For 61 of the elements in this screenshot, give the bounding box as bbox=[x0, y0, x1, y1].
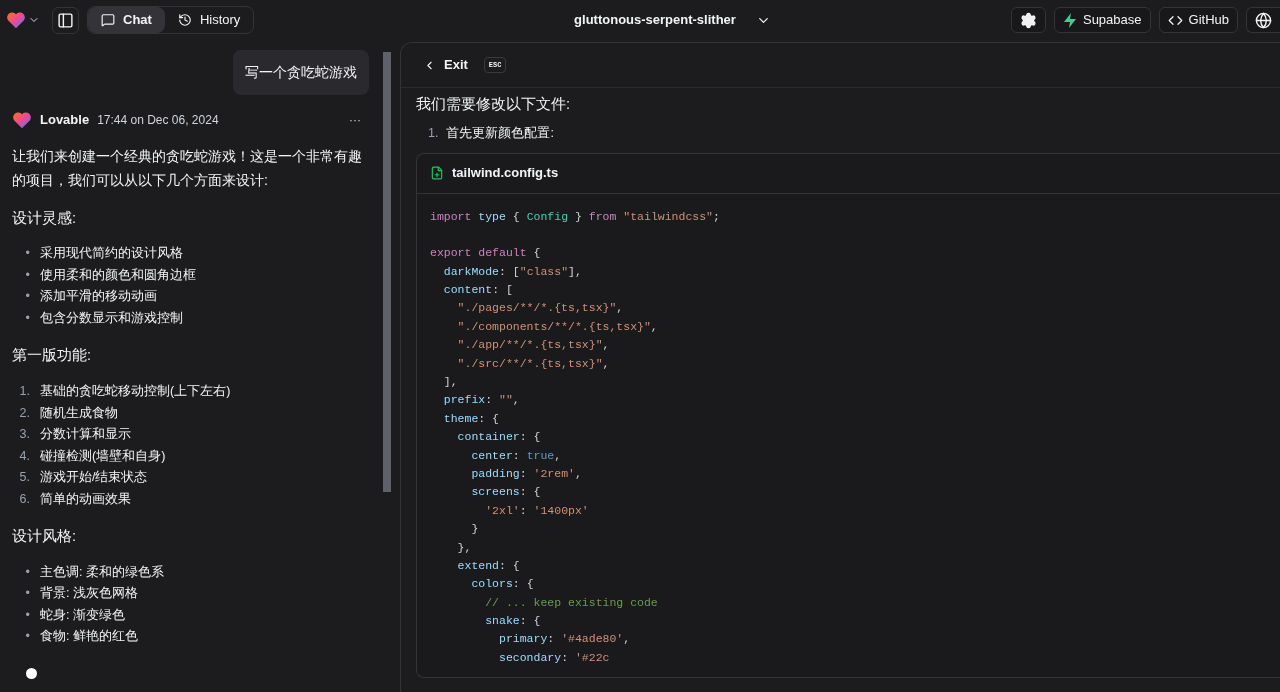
list-number: 1. bbox=[428, 124, 439, 142]
section-heading: 第一版功能: bbox=[12, 346, 93, 366]
section-heading: 设计灵感: bbox=[12, 208, 78, 228]
list-item: 使用柔和的颜色和圆角边框 bbox=[40, 266, 196, 284]
list-item: 简单的动画效果 bbox=[40, 490, 131, 508]
list-marker: • bbox=[24, 245, 31, 263]
author-name: Lovable bbox=[40, 111, 90, 129]
user-message: 写一个贪吃蛇游戏 bbox=[233, 50, 369, 95]
list-item: 蛇身: 渐变绿色 bbox=[40, 606, 125, 624]
code-text: import type { Config } from "tailwindcss"; bbox=[430, 208, 721, 225]
list-marker: 5. bbox=[18, 469, 31, 486]
sidebar-toggle-button[interactable] bbox=[52, 6, 79, 34]
sidebar-icon bbox=[57, 11, 74, 29]
globe-icon bbox=[1255, 11, 1272, 29]
tab[interactable]: Chat bbox=[88, 7, 165, 33]
list-marker: • bbox=[24, 288, 31, 306]
project-title: gluttonous-serpent-slither bbox=[574, 11, 736, 30]
heart-logo-icon bbox=[6, 11, 26, 29]
message-time: 17:44 on Dec 06, 2024 bbox=[97, 111, 219, 129]
github-button[interactable]: GitHub bbox=[1158, 7, 1238, 33]
list-marker: • bbox=[24, 628, 31, 646]
list-marker: 3. bbox=[18, 426, 31, 443]
history-icon bbox=[177, 13, 192, 27]
list-item: 游戏开始/结束状态 bbox=[40, 469, 148, 486]
list-marker: 4. bbox=[18, 447, 31, 465]
list-marker: • bbox=[24, 309, 31, 327]
settings-button[interactable] bbox=[1010, 7, 1046, 33]
tab[interactable]: History bbox=[164, 7, 254, 33]
list-item: 包含分数显示和游戏控制 bbox=[40, 309, 183, 327]
list-marker: 2. bbox=[18, 404, 31, 422]
lightning-icon bbox=[1062, 12, 1077, 28]
reply-intro: 让我们来创建一个经典的贪吃蛇游戏！这是一个非常有趣的项目，我们可以从以下几个方面来设计: bbox=[12, 146, 363, 190]
list-marker: • bbox=[24, 563, 31, 581]
list-item: 碰撞检测(墙壁和自身) bbox=[40, 447, 166, 465]
settings-icon bbox=[1019, 11, 1037, 29]
list-marker: • bbox=[24, 266, 31, 284]
list-marker: • bbox=[24, 585, 31, 603]
logo-menu-button[interactable] bbox=[6, 11, 40, 29]
code-heading: 我们需要修改以下文件: bbox=[416, 95, 572, 114]
chat-icon bbox=[101, 13, 115, 27]
file-name: tailwind.config.ts bbox=[452, 164, 559, 183]
list-marker: • bbox=[24, 606, 31, 624]
exit-button[interactable]: Exit bbox=[423, 55, 468, 75]
list-item: 食物: 鲜艳的红色 bbox=[40, 628, 138, 646]
list-item: 背景: 浅灰色网格 bbox=[40, 585, 138, 603]
list-item: 添加平滑的移动动画 bbox=[40, 288, 157, 306]
more-button[interactable]: ··· bbox=[349, 110, 361, 129]
section-heading: 设计风格: bbox=[12, 527, 78, 546]
code-text: export default { darkMode: ["class"], content: [ "./pages/**/*.{ts,tsx}", "./components/**/*.{ts,tsx}", "./app/**/*.{ts,tsx}", "./src/**/*.{ts,tsx}", ], prefix: "", theme: { container: { center: true, padding: '2rem', screens: { '2xl': '1400px' } }, extend: { colors: { // ... keep existing code snake: { primary: '#4ade80', secondary: '#22c bbox=[430, 245, 659, 666]
list-marker: 6. bbox=[18, 490, 31, 508]
list-marker: 1. bbox=[18, 383, 31, 400]
language-button[interactable] bbox=[1246, 7, 1280, 33]
list-item: 基础的贪吃蛇移动控制(上下左右) bbox=[40, 383, 231, 400]
step-text: 首先更新颜色配置: bbox=[446, 124, 554, 142]
file-icon bbox=[430, 166, 444, 180]
list-item: 分数计算和显示 bbox=[40, 426, 131, 443]
list-item: 随机生成食物 bbox=[40, 404, 118, 422]
list-item: 采用现代简约的设计风格 bbox=[40, 245, 183, 263]
heart-logo-icon bbox=[12, 110, 32, 129]
list-item: 主色调: 柔和的绿色系 bbox=[40, 563, 164, 581]
supabase-button[interactable]: Supabase bbox=[1053, 7, 1151, 33]
